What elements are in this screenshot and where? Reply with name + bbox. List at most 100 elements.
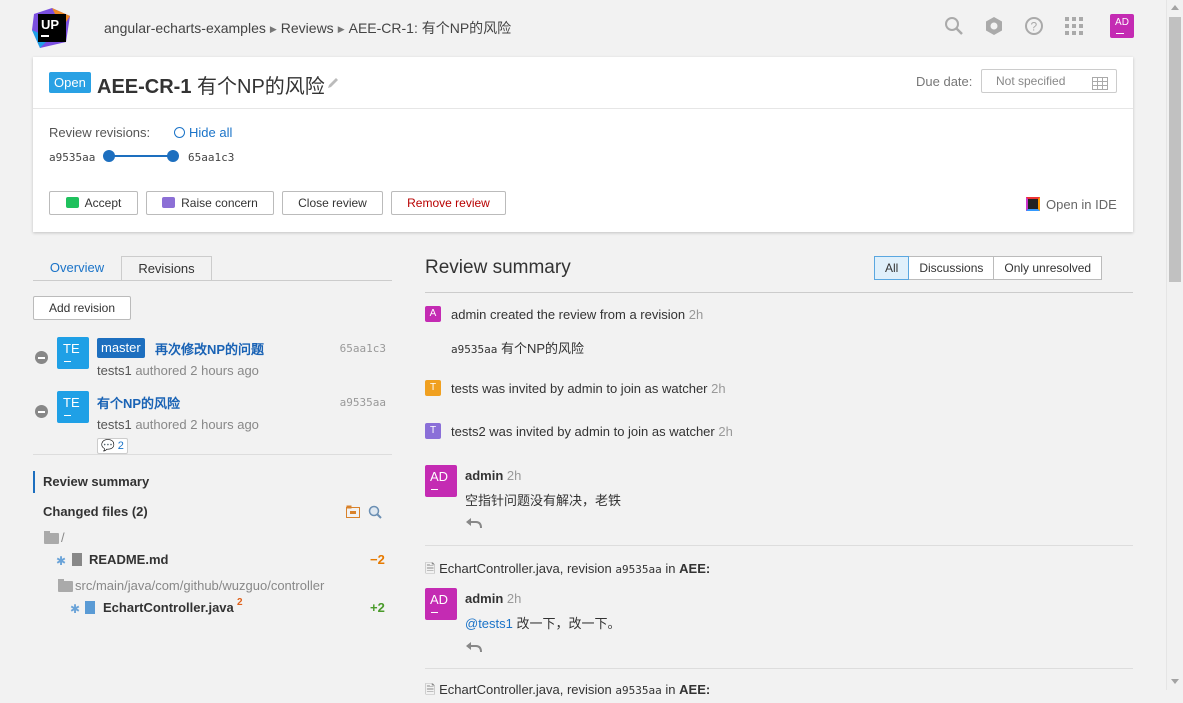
folder-path[interactable]: src/main/java/com/github/wuzguo/controll… [75,578,324,593]
activity-revision[interactable]: a9535aa 有个NP的风险 [451,338,584,357]
comment-icon: 💬 [101,440,115,452]
avatar: TE [57,337,89,369]
remove-revision-icon[interactable] [35,405,48,418]
avatar-initials: TE [63,341,80,356]
pencil-icon[interactable] [326,76,340,93]
review-header: Open AEE-CR-1 有个NP的风险 Due date: Not spec… [33,57,1133,109]
revision-hash: 65aa1c3 [339,342,386,355]
reply-icon[interactable] [465,640,483,657]
file-readme[interactable]: README.md [89,552,168,567]
scrollbar[interactable] [1166,0,1183,690]
root-folder[interactable]: / [61,530,65,545]
revision-message[interactable]: 有个NP的风险 [97,393,180,412]
branch-badge: master [97,338,145,358]
authored-time: authored 2 hours ago [135,363,259,378]
filter-unresolved[interactable]: Only unresolved [993,256,1103,280]
avatar-initials: TE [63,395,80,410]
remove-review-button[interactable]: Remove review [391,191,506,215]
file-icon: 🗎 [425,561,436,576]
breadcrumb-reviews[interactable]: Reviews [281,20,334,36]
file-reference[interactable]: 🗎 EchartController.java, revision a9535a… [425,681,710,703]
raise-concern-label: Raise concern [181,196,258,210]
close-review-button[interactable]: Close review [282,191,383,215]
apps-grid-icon[interactable] [1064,16,1084,36]
accept-button[interactable]: Accept [49,191,138,215]
comment-text: @tests1 改一下，改一下。 [465,613,621,632]
tabs-divider [33,280,392,281]
comment-time: 2h [506,468,522,483]
author-name: tests1 [97,363,132,378]
scrollbar-thumb[interactable] [1169,17,1181,282]
revision-item[interactable]: TE 有个NP的风险 a9535aa tests1 authored 2 hou… [33,390,393,454]
activity-text: tests2 was invited by admin to join as w… [451,424,715,439]
open-in-ide-link[interactable]: Open in IDE [1026,195,1117,212]
avatar-initials: AD [1115,17,1129,28]
review-summary-nav[interactable]: Review summary [33,471,149,493]
authored-time: authored 2 hours ago [135,417,259,432]
filter-discussions[interactable]: Discussions [908,256,995,280]
revision-author: tests1 authored 2 hours ago [97,417,259,432]
review-title-text[interactable]: 有个NP的风险 [197,76,325,98]
activity-item: tests2 was invited by admin to join as w… [451,424,733,439]
asterisk-icon: ✱ [70,602,81,616]
file-comment-badge: 2 [237,597,243,608]
search-files-icon[interactable] [368,505,382,522]
file-ref-in: in [665,561,676,576]
top-bar: UP angular-echarts-examples ▶ Reviews ▶ AEE-… [0,0,1166,52]
due-date-field[interactable]: Not specified [981,69,1117,93]
revision-range-start-handle[interactable] [103,150,115,162]
divider [425,545,1133,546]
author-name[interactable]: admin [465,468,503,483]
avatar: AD [425,465,457,497]
file-reference[interactable]: 🗎 EchartController.java, revision a9535a… [425,560,710,582]
open-in-ide-label: Open in IDE [1046,197,1117,212]
upsource-logo[interactable]: UP [32,8,72,48]
file-ref-name: EchartController.java, revision [439,561,612,576]
add-revision-button[interactable]: Add revision [33,296,131,320]
asterisk-icon: ✱ [56,554,67,568]
raise-concern-button[interactable]: Raise concern [146,191,274,215]
user-avatar[interactable]: AD [1110,14,1134,38]
java-file-icon [85,601,95,614]
search-icon[interactable] [944,16,964,36]
activity-text: tests was invited by admin to join as wa… [451,381,708,396]
revision-range-end-handle[interactable] [167,150,179,162]
tab-revisions[interactable]: Revisions [121,256,212,281]
author-name[interactable]: admin [465,591,503,606]
review-title: AEE-CR-1 有个NP的风险 [97,70,325,99]
file-ref-hash: a9535aa [615,684,662,697]
breadcrumb-project[interactable]: angular-echarts-examples [104,20,266,36]
due-date-label: Due date: [916,74,973,89]
comment-body: 改一下，改一下。 [516,616,621,631]
author-name: tests1 [97,417,132,432]
svg-text:UP: UP [41,17,59,32]
intellij-icon [1026,197,1040,211]
help-icon[interactable]: ? [1024,16,1044,36]
avatar-initials: AD [430,469,449,484]
filter-all[interactable]: All [874,256,910,280]
activity-item: admin created the review from a revision… [451,307,703,322]
review-summary-title: Review summary [425,257,571,278]
folder-view-icon[interactable] [346,505,360,521]
changed-files-heading: Changed files (2) [43,504,148,519]
scroll-down-icon[interactable] [1171,679,1179,684]
avatar: A [425,306,441,322]
comment-time: 2h [506,591,522,606]
chevron-right-icon: ▶ [269,24,277,34]
folder-icon [58,579,73,592]
hexagon-icon[interactable] [984,16,1004,36]
avatar: T [425,423,441,439]
file-echartcontroller[interactable]: EchartController.java [103,600,234,615]
revision-message[interactable]: 再次修改NP的问题 [155,339,264,358]
user-mention[interactable]: @tests1 [465,616,513,631]
avatar-initials: AD [430,592,449,607]
calendar-icon[interactable] [1092,75,1108,97]
remove-revision-icon[interactable] [35,351,48,364]
revision-from-hash: a9535aa [49,151,96,164]
hide-all-link[interactable]: Hide all [174,125,232,140]
comment-count-badge[interactable]: 💬 2 [97,438,128,454]
tab-overview[interactable]: Overview [33,256,121,281]
revision-item[interactable]: TE master 再次修改NP的问题 65aa1c3 tests1 autho… [33,336,393,386]
scroll-up-icon[interactable] [1171,5,1179,10]
reply-icon[interactable] [465,516,483,533]
